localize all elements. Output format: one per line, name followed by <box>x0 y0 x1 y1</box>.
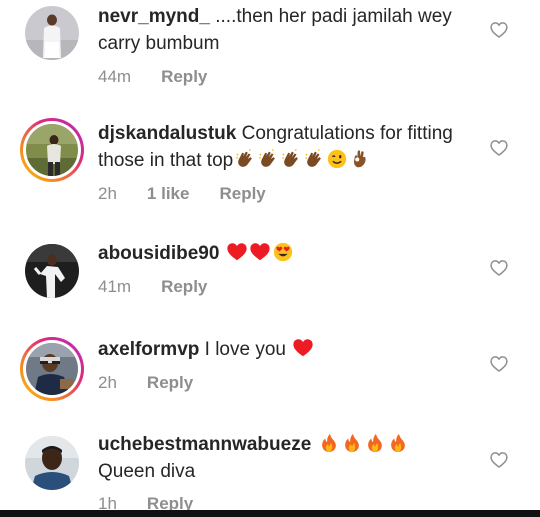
avatar-story-ring[interactable] <box>20 337 84 401</box>
heart-outline-icon[interactable] <box>489 450 509 470</box>
comment-text: axelformvp I love you <box>98 336 470 363</box>
comment-text: uchebestmannwabueze Queen diva <box>98 431 470 485</box>
comment-username[interactable]: abousidibe90 <box>98 243 219 264</box>
reply-button[interactable]: Reply <box>161 67 207 87</box>
comment-body: djskandalustuk Congratulations for fitti… <box>98 120 470 204</box>
comment-meta: 44m Reply <box>98 67 470 87</box>
comment-message <box>311 434 316 455</box>
comment-text: abousidibe90 <box>98 240 470 267</box>
reply-button[interactable]: Reply <box>147 373 193 393</box>
clap-emoji-icon <box>236 149 253 167</box>
avatar-story-ring[interactable] <box>20 118 84 182</box>
comment-body: abousidibe90 41m Reply <box>98 240 470 297</box>
comment-text: djskandalustuk Congratulations for fitti… <box>98 120 470 174</box>
fire-emoji-icon <box>344 433 359 453</box>
avatar-ring-gap <box>23 121 81 179</box>
comment-body: nevr_mynd_ ....then her padi jamilah wey… <box>98 3 470 87</box>
avatar[interactable] <box>25 6 79 60</box>
bottom-edge-bar <box>0 510 540 517</box>
comment-time: 44m <box>98 67 132 86</box>
heart-outline-icon[interactable] <box>489 354 509 374</box>
comment-time: 41m <box>98 277 132 296</box>
wink-emoji-icon <box>328 149 347 169</box>
comment-message <box>219 243 224 264</box>
clap-emoji-icon <box>305 149 322 167</box>
red-heart-emoji-icon <box>293 339 313 357</box>
fire-emoji-icon <box>390 433 405 453</box>
comment-username[interactable]: nevr_mynd_ <box>98 6 210 27</box>
comment-body: axelformvp I love you 2h Reply <box>98 336 470 393</box>
fire-emoji-icon <box>367 433 382 453</box>
comment-message: I love you <box>199 339 292 360</box>
comment-username[interactable]: axelformvp <box>98 339 199 360</box>
comments-screen: nevr_mynd_ ....then her padi jamilah wey… <box>0 0 540 517</box>
comment-body: uchebestmannwabueze Queen diva 1h Reply <box>98 431 470 514</box>
comment-username[interactable]: djskandalustuk <box>98 123 236 144</box>
comment-username[interactable]: uchebestmannwabueze <box>98 434 311 455</box>
heart-outline-icon[interactable] <box>489 138 509 158</box>
red-heart-emoji-icon <box>227 243 247 261</box>
avatar[interactable] <box>25 244 79 298</box>
heart-outline-icon[interactable] <box>489 20 509 40</box>
comment-time: 2h <box>98 373 117 392</box>
clap-emoji-icon <box>259 149 276 167</box>
clap-emoji-icon <box>282 149 299 167</box>
avatar-ring-gap <box>23 340 81 398</box>
fire-emoji-icon <box>321 433 336 453</box>
reply-button[interactable]: Reply <box>161 277 207 297</box>
comment-message-line2: Queen diva <box>98 461 196 482</box>
comment-text: nevr_mynd_ ....then her padi jamilah wey… <box>98 3 470 57</box>
avatar <box>26 124 78 176</box>
comment-time: 2h <box>98 184 117 203</box>
heart-eyes-emoji-icon <box>273 242 292 262</box>
avatar <box>26 343 78 395</box>
comment-meta: 2h 1 like Reply <box>98 184 470 204</box>
comment-meta: 41m Reply <box>98 277 470 297</box>
likes-count[interactable]: 1 like <box>147 184 190 204</box>
comment-meta: 2h Reply <box>98 373 470 393</box>
ok-hand-emoji-icon <box>354 150 366 168</box>
avatar[interactable] <box>25 436 79 490</box>
heart-outline-icon[interactable] <box>489 258 509 278</box>
reply-button[interactable]: Reply <box>219 184 265 204</box>
red-heart-emoji-icon <box>250 243 270 261</box>
